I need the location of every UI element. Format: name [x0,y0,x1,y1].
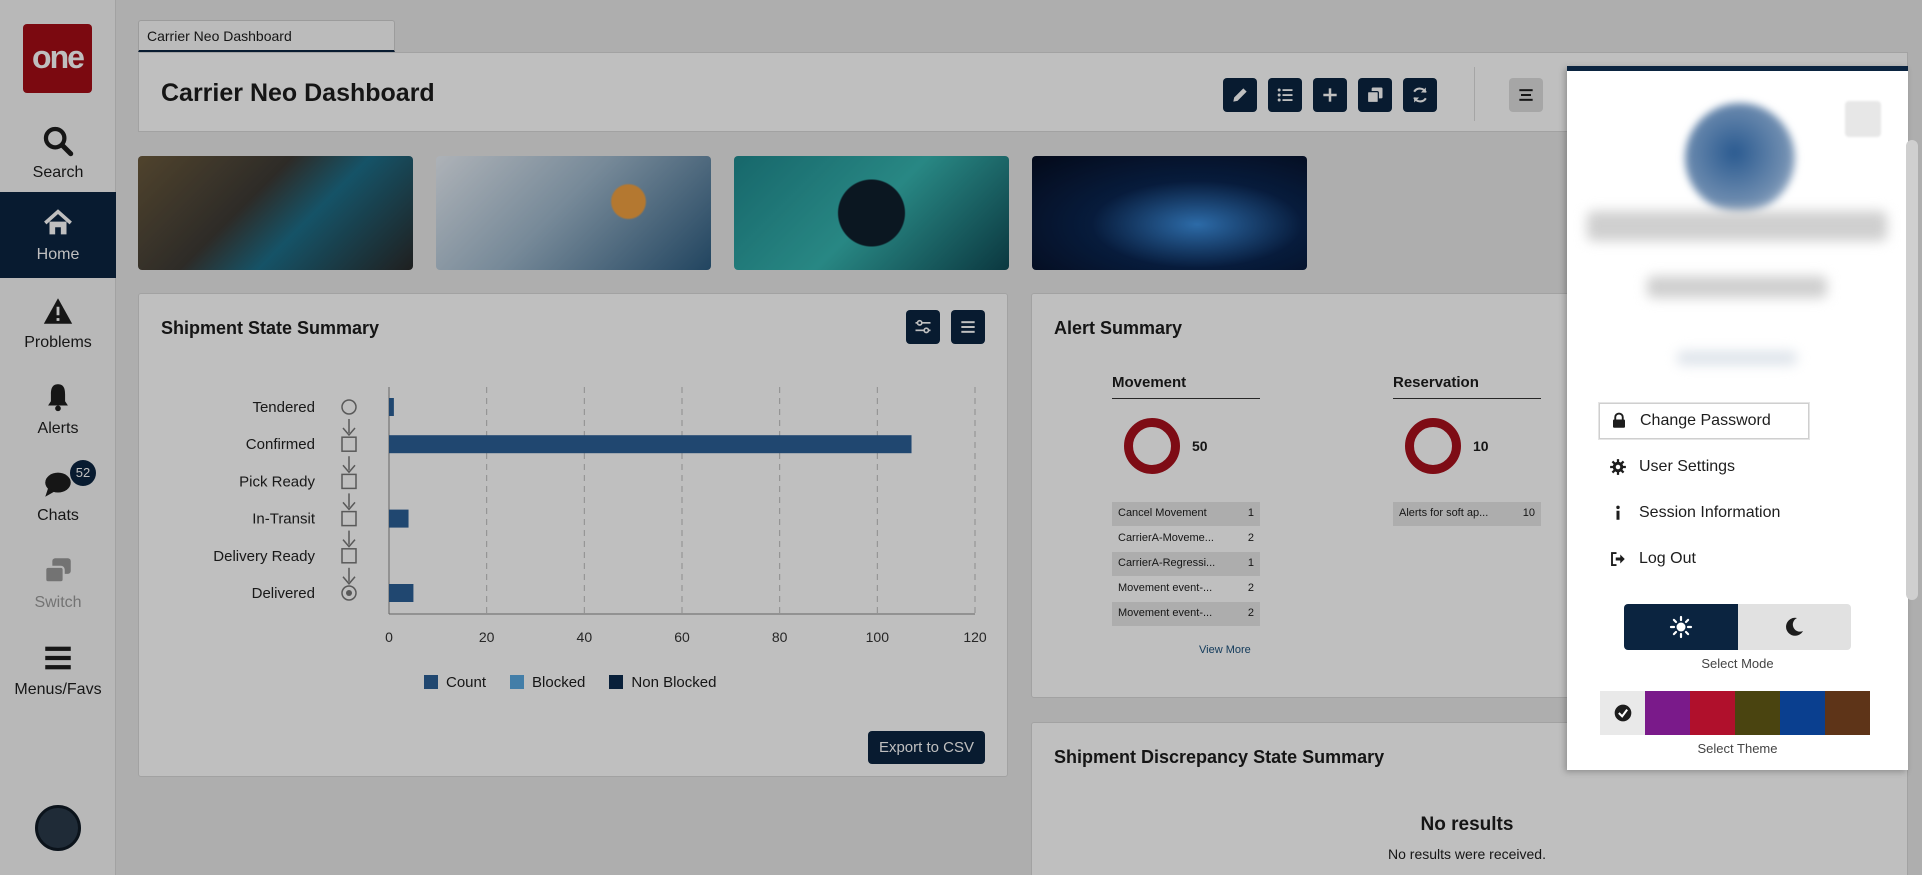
info-icon [1616,505,1620,520]
menu-label: Change Password [1640,412,1771,429]
profile-avatar [1685,103,1795,213]
select-mode-label: Select Mode [1701,656,1774,671]
select-theme-label: Select Theme [1697,741,1778,756]
logout-icon [1611,552,1625,566]
dark-mode-button[interactable] [1737,604,1851,650]
theme-swatch-olive[interactable] [1735,691,1780,735]
theme-swatch-brown[interactable] [1825,691,1870,735]
theme-swatch-red[interactable] [1690,691,1735,735]
theme-swatch-purple[interactable] [1645,691,1690,735]
lock-icon [1613,412,1625,428]
menu-label: Session Information [1639,504,1781,521]
mode-selector [1624,604,1851,650]
menu-label: User Settings [1639,458,1736,475]
log-out-item[interactable]: Log Out [1599,541,1706,577]
moon-icon [1786,617,1804,636]
profile-panel: Change Password User Settings Session In… [1567,66,1908,770]
profile-link-blurred [1677,351,1797,365]
page-scrollbar[interactable] [1906,140,1918,600]
check-circle-icon [1614,704,1631,722]
menu-label: Log Out [1639,550,1696,567]
session-information-item[interactable]: Session Information [1599,495,1790,531]
profile-role-blurred [1647,276,1827,298]
profile-name-blurred [1587,211,1887,241]
gear-icon [1610,459,1626,475]
theme-swatch-blue[interactable] [1780,691,1825,735]
theme-swatch-default[interactable] [1600,691,1645,735]
profile-settings-icon[interactable] [1845,101,1881,137]
user-settings-item[interactable]: User Settings [1599,449,1745,485]
sun-icon [1669,615,1692,639]
light-mode-button[interactable] [1624,604,1738,650]
change-password-item[interactable]: Change Password [1599,403,1809,439]
theme-selector [1600,691,1870,735]
